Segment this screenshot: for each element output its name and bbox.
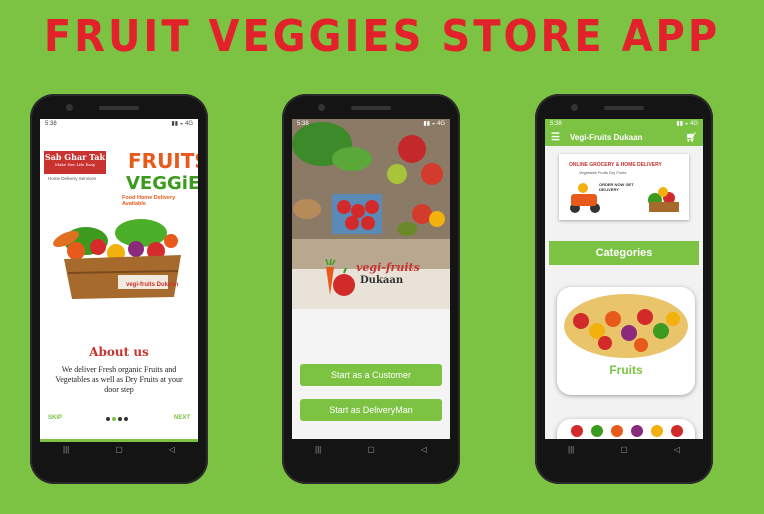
home-icon[interactable]: ▢	[115, 445, 123, 454]
fruits-image	[564, 294, 688, 358]
status-bar: 5:38 ▮▮ ◒ 4G	[545, 119, 703, 128]
category-card-fruits[interactable]: Fruits	[557, 287, 695, 395]
home-screen: 5:38 ▮▮ ◒ 4G ☰ Vegi-Fruits Dukaan 🛒︎ ONLI…	[545, 119, 703, 439]
promo-banner[interactable]: ONLINE GROCERY & HOME DELIVERY Vegetable…	[559, 154, 689, 220]
camera-icon	[318, 104, 325, 111]
system-nav-bar: ||| ▢ ◁	[40, 439, 198, 459]
status-time: 5:38	[297, 120, 309, 127]
brand-tagline: Make Her Life Easy	[54, 162, 96, 167]
page-indicator	[106, 417, 128, 421]
logo-fruits: FRUITS	[128, 149, 198, 173]
basket-label: vegi-fruits Dukaan	[126, 282, 179, 288]
status-time: 5:38	[45, 120, 57, 127]
start-screen: vegi-fruits Dukaan 5:38 ▮▮ ◒ 4G Start as …	[292, 119, 450, 439]
recent-apps-icon[interactable]: |||	[315, 445, 321, 454]
page-dot	[124, 417, 128, 421]
menu-icon[interactable]: ☰	[551, 132, 560, 143]
home-icon[interactable]: ▢	[620, 445, 628, 454]
logo-bottom-text: Dukaan	[360, 275, 404, 286]
app-toolbar: ☰ Vegi-Fruits Dukaan 🛒︎	[545, 128, 703, 146]
page-title: FRUIT VEGGIES STORE APP	[43, 12, 721, 62]
speaker-grill	[604, 106, 644, 110]
start-deliveryman-button[interactable]: Start as DeliveryMan	[300, 399, 442, 421]
skip-button[interactable]: SKIP	[48, 415, 62, 421]
start-customer-button[interactable]: Start as a Customer	[300, 364, 442, 386]
back-icon[interactable]: ◁	[674, 445, 680, 454]
cart-icon[interactable]: 🛒︎	[686, 132, 697, 143]
page-dot	[106, 417, 110, 421]
delivery-scooter-image	[570, 183, 679, 213]
status-bar: 5:38 ▮▮ ◒ 4G	[292, 119, 450, 128]
category-label: Fruits	[609, 363, 643, 377]
back-icon[interactable]: ◁	[169, 445, 175, 454]
brand-subtitle: Home Delivery Services	[48, 176, 97, 181]
logo-top-text: vegi-fruits	[356, 261, 420, 274]
signal-icon: ▮▮ ◒ 4G	[171, 121, 193, 127]
app-title: Vegi-Fruits Dukaan	[569, 132, 643, 142]
phone-onboarding: 5:38 ▮▮ ◒ 4G Sab Ghar Tak Make Her Life Ea…	[30, 94, 208, 484]
about-heading: About us	[89, 345, 149, 359]
recent-apps-icon[interactable]: |||	[568, 445, 574, 454]
signal-icon: ▮▮ ◒ 4G	[423, 121, 445, 127]
recent-apps-icon[interactable]: |||	[63, 445, 69, 454]
logo-veggies: VEGGiES	[126, 173, 198, 194]
phone-home: 5:38 ▮▮ ◒ 4G ☰ Vegi-Fruits Dukaan 🛒︎ ONLI…	[535, 94, 713, 484]
phone-start: vegi-fruits Dukaan 5:38 ▮▮ ◒ 4G Start as …	[282, 94, 460, 484]
vegetables-image	[571, 425, 683, 437]
category-card-next[interactable]	[557, 419, 695, 439]
system-nav-bar: ||| ▢ ◁	[545, 439, 703, 459]
page-dot-active	[112, 417, 116, 421]
status-time: 5:38	[550, 120, 562, 127]
next-button[interactable]: NEXT	[174, 415, 190, 421]
onboarding-screen: 5:38 ▮▮ ◒ 4G Sab Ghar Tak Make Her Life Ea…	[40, 119, 198, 439]
banner-headline: ONLINE GROCERY & HOME DELIVERY	[569, 162, 662, 168]
about-description: We deliver Fresh organic Fruits and Vege…	[55, 365, 183, 394]
categories-header: Categories	[549, 241, 699, 265]
back-icon[interactable]: ◁	[421, 445, 427, 454]
speaker-grill	[351, 106, 391, 110]
brand-badge: Sab Ghar Tak Make Her Life Easy	[44, 151, 106, 174]
home-icon[interactable]: ▢	[367, 445, 375, 454]
signal-icon: ▮▮ ◒ 4G	[676, 121, 698, 127]
camera-icon	[571, 104, 578, 111]
status-bar: 5:38 ▮▮ ◒ 4G	[40, 119, 198, 128]
banner-subtitle: Vegetable Fruits Dry Fruits	[579, 170, 627, 175]
speaker-grill	[99, 106, 139, 110]
system-nav-bar: ||| ▢ ◁	[292, 439, 450, 459]
camera-icon	[66, 104, 73, 111]
logo-tagline: Food Home Delivery Available	[122, 195, 176, 207]
page-dot	[118, 417, 122, 421]
brand-name: Sab Ghar Tak	[44, 152, 106, 162]
